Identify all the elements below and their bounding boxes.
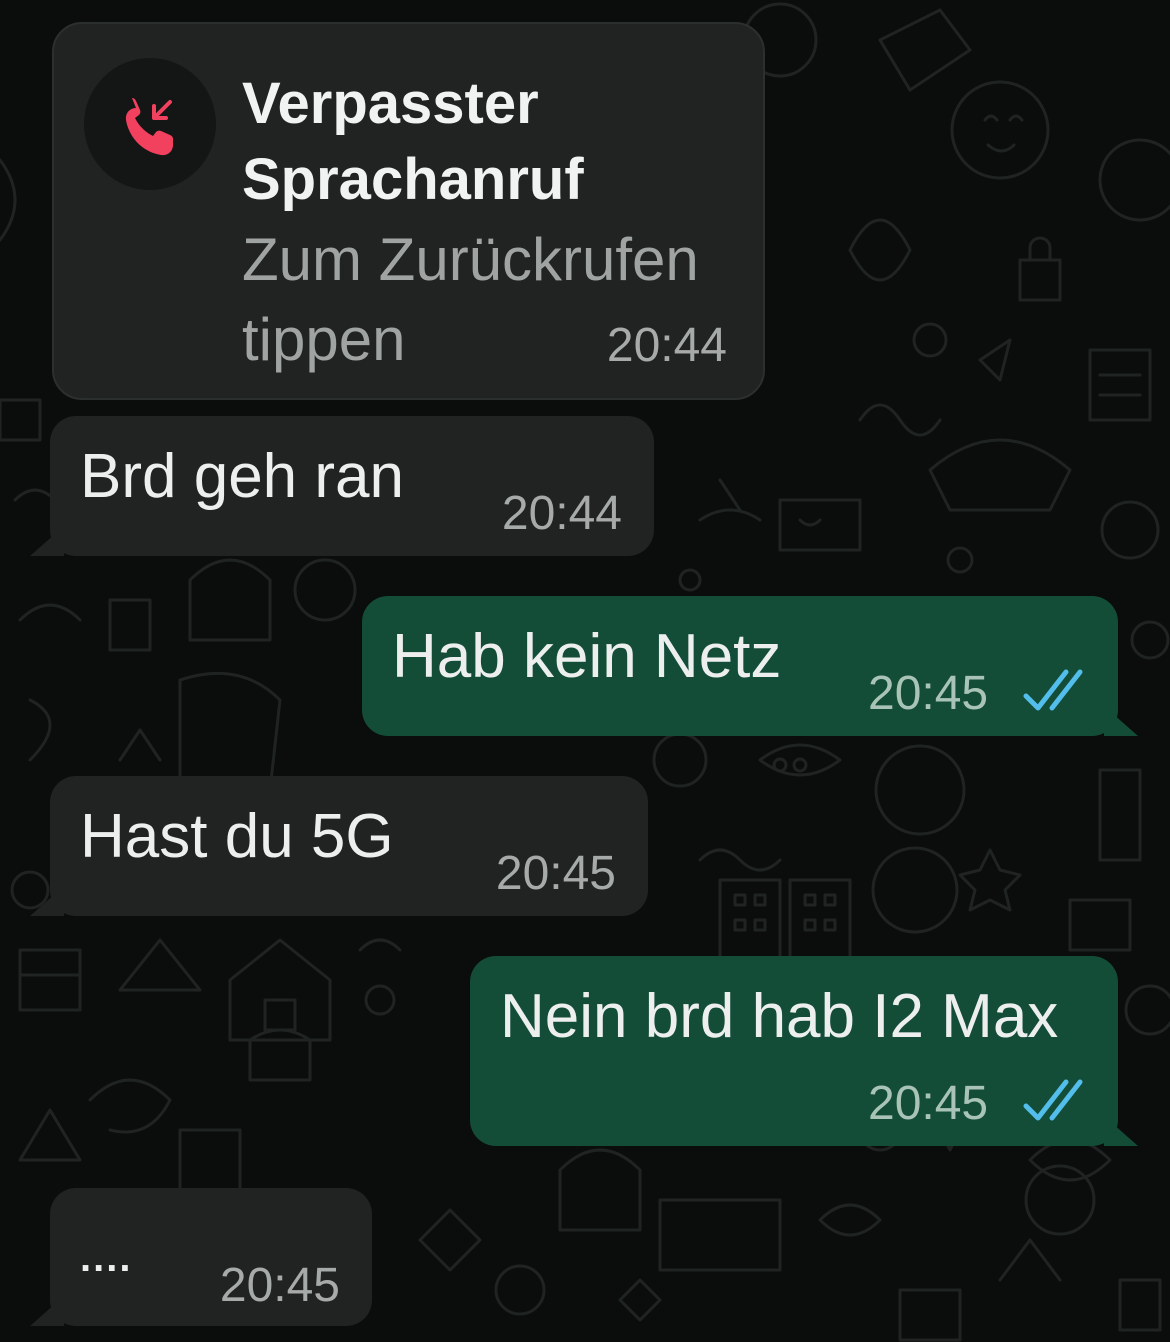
bubble-tail [30, 526, 64, 556]
message-time: 20:45 [868, 667, 989, 720]
missed-call-icon-wrap [84, 58, 216, 190]
missed-call-title: Verpasster Sprachanruf [242, 71, 584, 212]
message-text: Nein brd hab I2 Max [500, 982, 1059, 1051]
message-bubble-incoming[interactable]: Hast du 5G 20:45 [30, 776, 648, 916]
message-bubble-incoming[interactable]: .... 20:45 [30, 1188, 372, 1326]
message-time: 20:44 [606, 319, 727, 372]
bubble-tail [1104, 706, 1138, 736]
message-time: 20:45 [219, 1259, 340, 1312]
missed-call-icon [125, 98, 173, 156]
message-bubble-outgoing[interactable]: Hab kein Netz 20:45 [362, 596, 1138, 736]
message-time: 20:44 [501, 487, 622, 540]
message-bubble-incoming[interactable]: Brd geh ran 20:44 [30, 416, 654, 556]
message-text: .... [80, 1236, 133, 1280]
bubble-tail [1104, 1116, 1138, 1146]
message-time: 20:45 [868, 1077, 989, 1130]
missed-call-card[interactable]: Verpasster Sprachanruf Zum Zurückrufen t… [52, 22, 765, 400]
message-text: Brd geh ran [80, 442, 404, 511]
message-text: Hast du 5G [80, 802, 394, 871]
read-receipt-icon [1023, 669, 1083, 711]
bubble-tail [30, 1296, 64, 1326]
message-text: Hab kein Netz [392, 622, 782, 691]
bubble-tail [30, 886, 64, 916]
message-bubble-outgoing[interactable]: Nein brd hab I2 Max 20:45 [470, 956, 1138, 1146]
chat-view[interactable]: Verpasster Sprachanruf Zum Zurückrufen t… [0, 0, 1170, 1342]
read-receipt-icon [1023, 1079, 1083, 1121]
message-time: 20:45 [495, 847, 616, 900]
